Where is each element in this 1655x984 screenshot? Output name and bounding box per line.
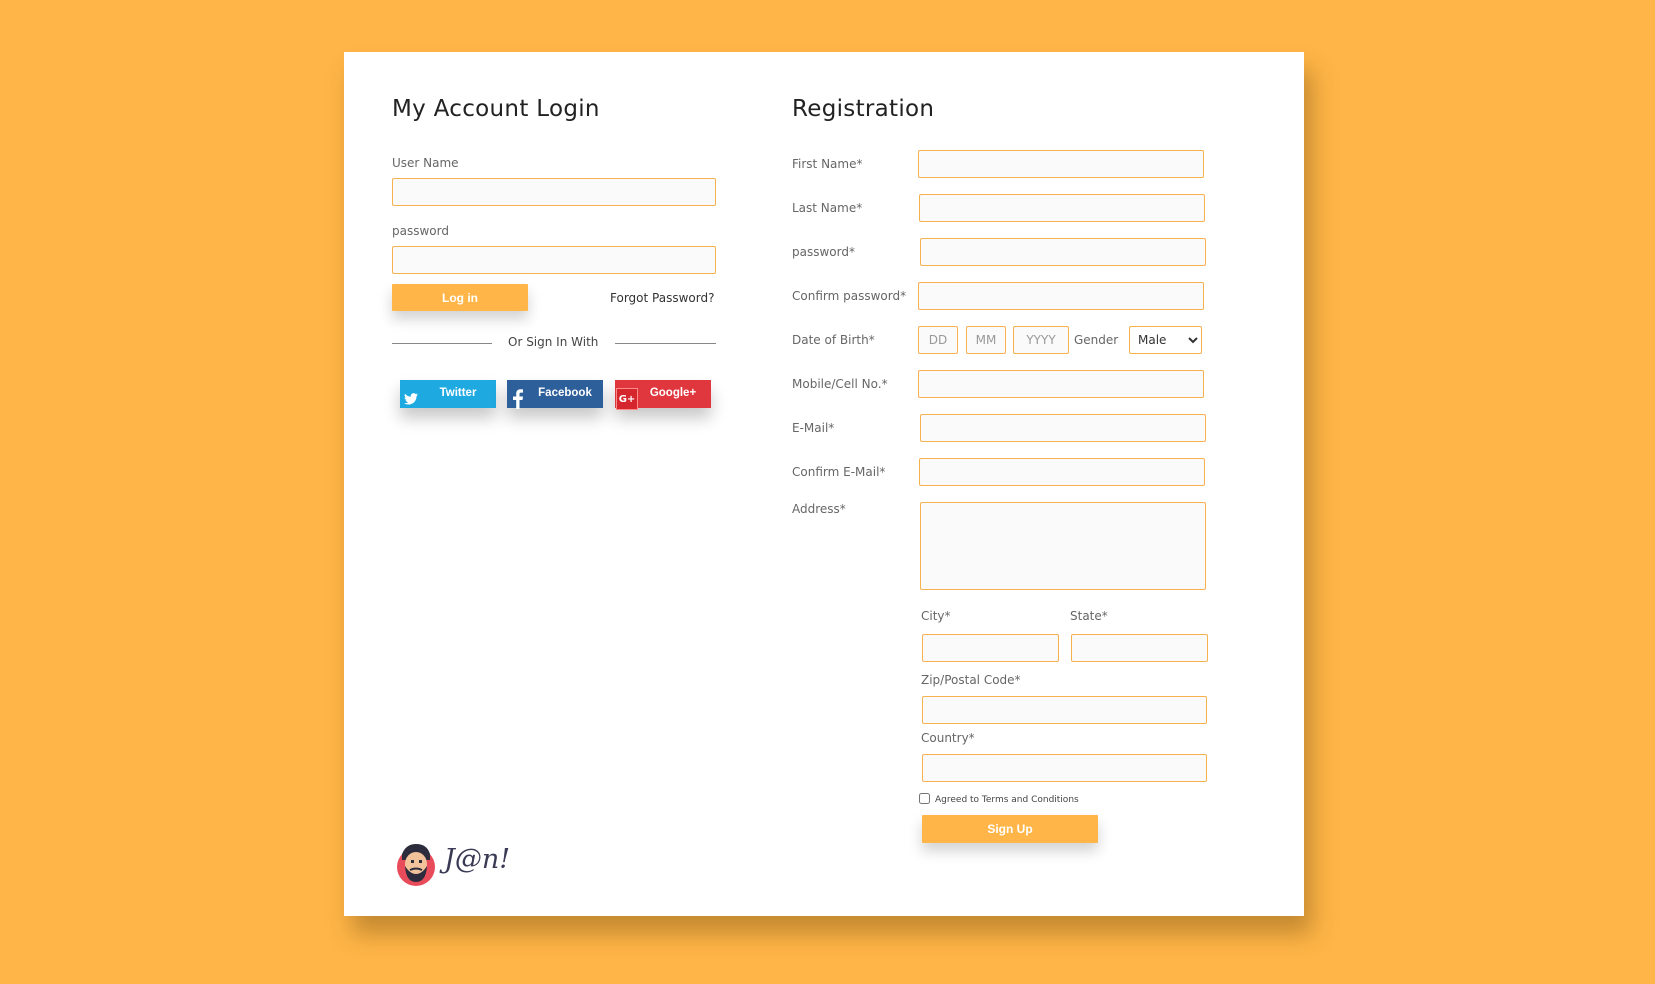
facebook-label: Facebook (538, 387, 592, 399)
dob-label: Date of Birth* (792, 333, 875, 347)
mobile-input[interactable] (918, 370, 1204, 398)
password-input[interactable] (392, 246, 716, 274)
confirm-email-input[interactable] (919, 458, 1205, 486)
email-input[interactable] (920, 414, 1206, 442)
login-registration-card: My Account Login User Name password Log … (344, 52, 1304, 916)
state-input[interactable] (1071, 634, 1208, 662)
twitter-button[interactable]: Twitter (400, 380, 496, 408)
dob-month-input[interactable] (966, 326, 1006, 354)
login-button[interactable]: Log in (392, 284, 528, 311)
facebook-button[interactable]: Facebook (507, 380, 603, 409)
divider-text: Or Sign In With (508, 335, 599, 349)
username-label: User Name (392, 156, 459, 170)
login-title: My Account Login (392, 96, 600, 122)
terms-checkbox[interactable] (919, 793, 930, 804)
confirm-email-label: Confirm E-Mail* (792, 465, 886, 479)
divider-right (615, 343, 716, 344)
registration-title: Registration (792, 96, 935, 122)
gender-select[interactable]: Male (1129, 326, 1202, 354)
twitter-label: Twitter (439, 387, 477, 399)
last-name-label: Last Name* (792, 201, 863, 215)
address-label: Address* (792, 502, 846, 516)
country-input[interactable] (922, 754, 1207, 782)
first-name-label: First Name* (792, 157, 863, 171)
zip-label: Zip/Postal Code* (921, 673, 1021, 687)
reg-password-label: password* (792, 245, 855, 259)
state-label: State* (1070, 609, 1108, 623)
signup-button[interactable]: Sign Up (922, 815, 1098, 843)
reg-password-input[interactable] (920, 238, 1206, 266)
google-plus-button[interactable]: G+ Google+ (615, 380, 711, 410)
zip-input[interactable] (922, 696, 1207, 724)
dob-day-input[interactable] (918, 326, 958, 354)
password-label: password (392, 224, 449, 238)
avatar-icon (397, 844, 435, 886)
confirm-password-label: Confirm password* (792, 289, 907, 303)
logo: J@n! (392, 840, 532, 890)
first-name-input[interactable] (918, 150, 1204, 178)
username-input[interactable] (392, 178, 716, 206)
divider-left (392, 343, 492, 344)
city-label: City* (921, 609, 951, 623)
city-input[interactable] (922, 634, 1059, 662)
forgot-password-link[interactable]: Forgot Password? (610, 291, 714, 305)
country-label: Country* (921, 731, 975, 745)
logo-text: J@n! (444, 844, 511, 875)
confirm-password-input[interactable] (918, 282, 1204, 310)
gender-label: Gender (1074, 333, 1119, 347)
last-name-input[interactable] (919, 194, 1205, 222)
email-label: E-Mail* (792, 421, 835, 435)
google-plus-label: Google+ (649, 387, 697, 399)
terms-label: Agreed to Terms and Conditions (935, 795, 1079, 805)
dob-year-input[interactable] (1013, 326, 1069, 354)
mobile-label: Mobile/Cell No.* (792, 377, 888, 391)
address-textarea[interactable] (920, 502, 1206, 590)
